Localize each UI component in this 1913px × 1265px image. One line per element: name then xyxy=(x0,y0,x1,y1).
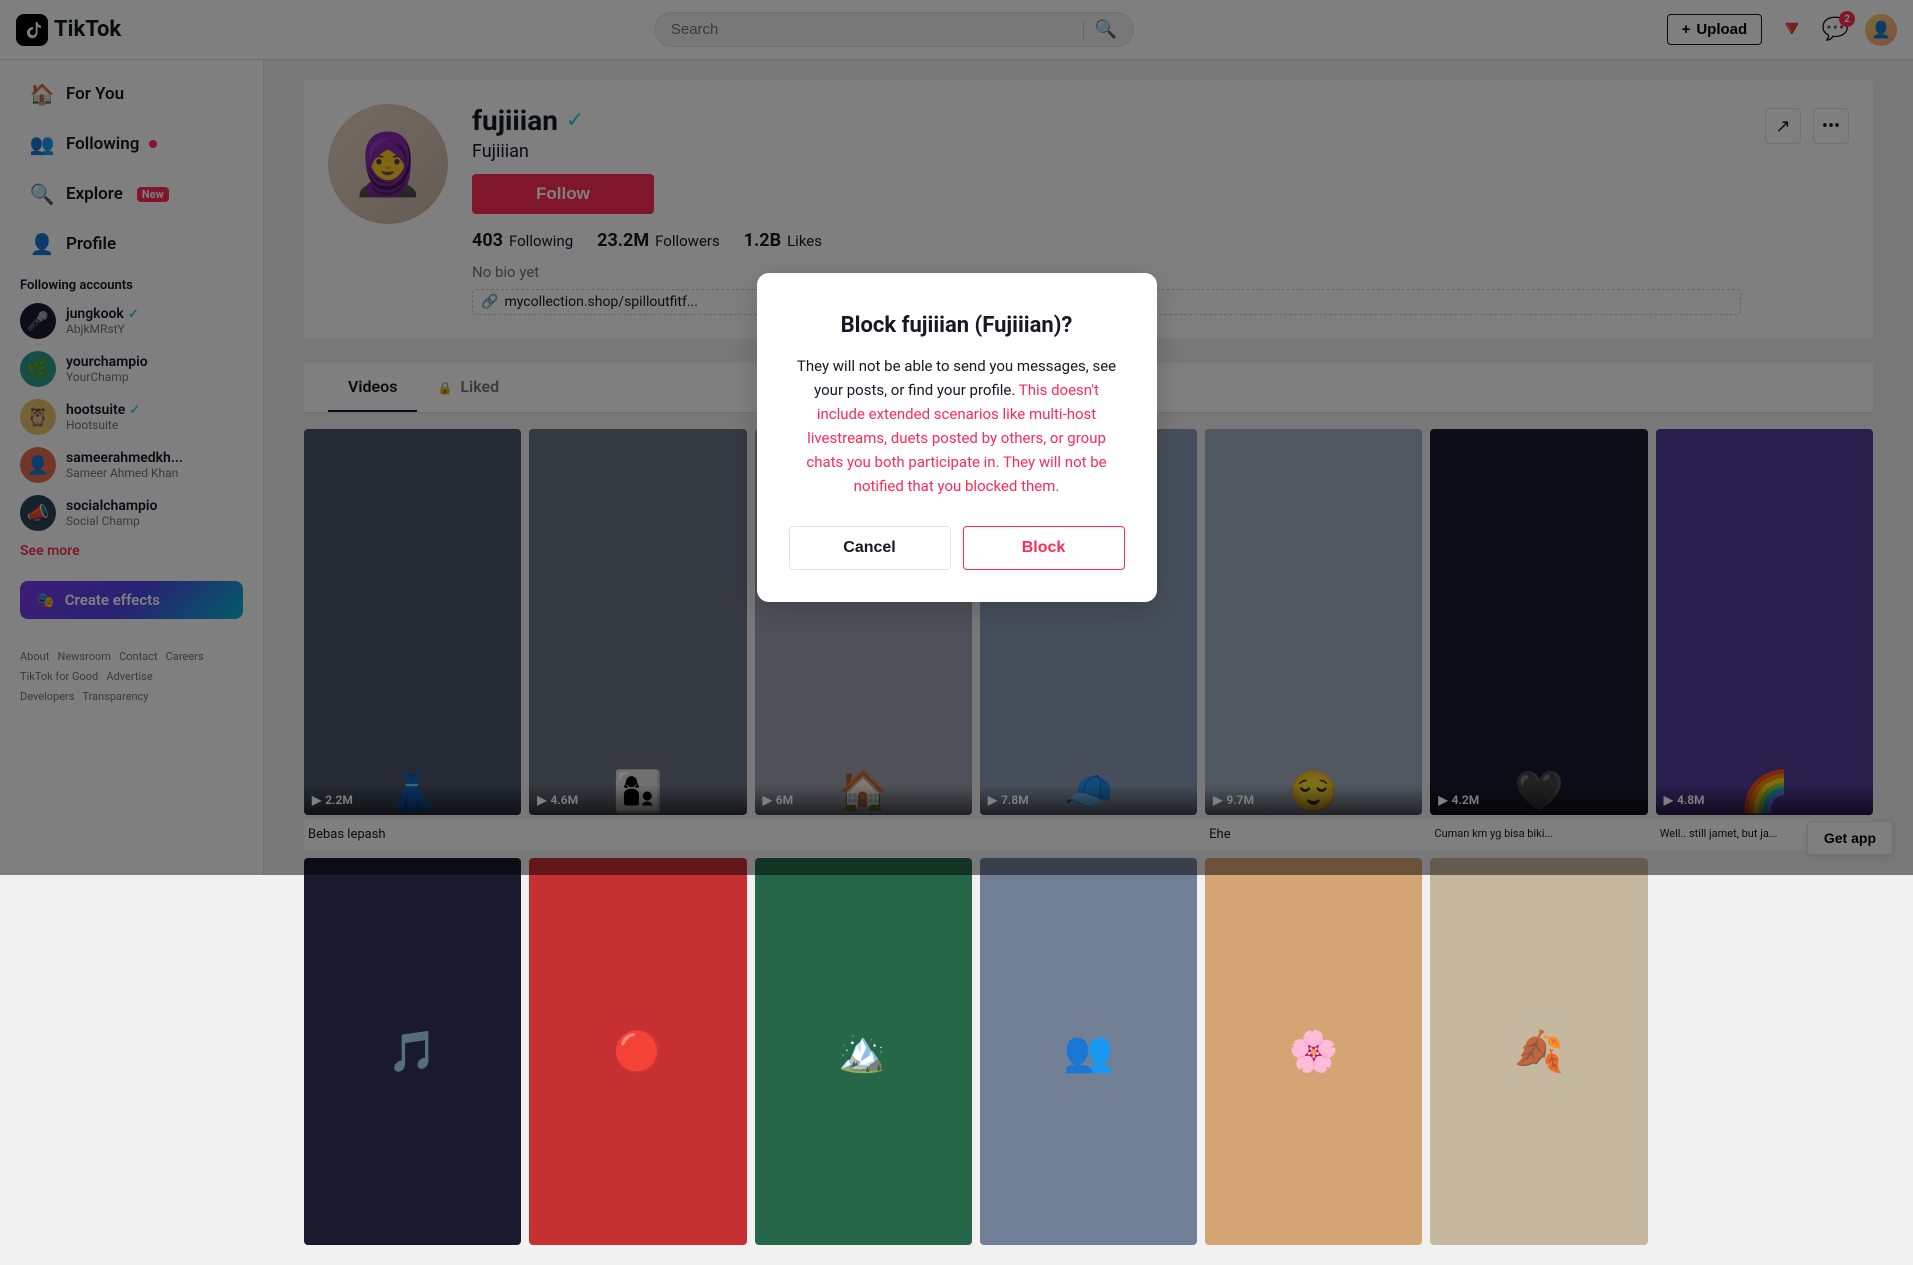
video-thumb-12[interactable]: 🍂 xyxy=(1430,858,1647,1244)
modal-title: Block fujiiian (Fujiiian)? xyxy=(789,313,1125,338)
modal-overlay[interactable]: Block fujiiian (Fujiiian)? They will not… xyxy=(0,0,1913,875)
video-image-10: 👥 xyxy=(980,858,1197,1244)
video-thumb-11[interactable]: 🌸 xyxy=(1205,858,1422,1244)
video-thumb-10[interactable]: 👥 xyxy=(980,858,1197,1244)
video-image-9: 🏔️ xyxy=(755,858,972,1244)
video-thumb-7[interactable]: 🎵 xyxy=(304,858,521,1244)
video-thumb-8[interactable]: 🔴 xyxy=(529,858,746,1244)
video-image-7: 🎵 xyxy=(304,858,521,1244)
video-image-12: 🍂 xyxy=(1430,858,1647,1244)
video-image-8: 🔴 xyxy=(529,858,746,1244)
video-image-11: 🌸 xyxy=(1205,858,1422,1244)
block-modal: Block fujiiian (Fujiiian)? They will not… xyxy=(757,273,1157,602)
modal-buttons: Cancel Block xyxy=(789,526,1125,570)
video-grid-row2: 🎵 🔴 🏔️ 👥 🌸 🍂 xyxy=(304,858,1873,1244)
modal-body: They will not be able to send you messag… xyxy=(789,354,1125,498)
modal-block-button[interactable]: Block xyxy=(963,526,1125,570)
video-thumb-9[interactable]: 🏔️ xyxy=(755,858,972,1244)
modal-cancel-button[interactable]: Cancel xyxy=(789,526,951,570)
